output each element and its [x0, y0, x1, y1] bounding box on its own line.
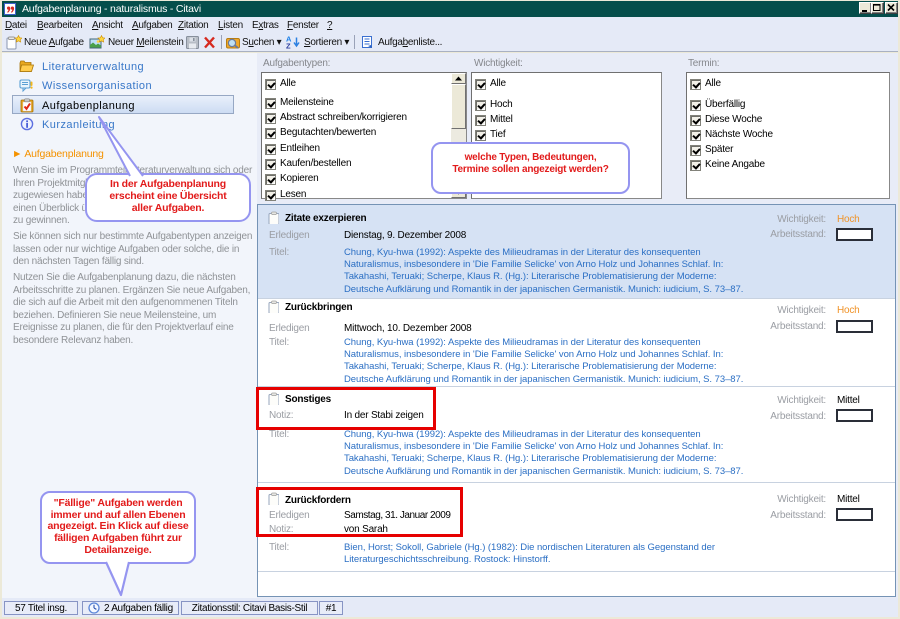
svg-text:Z: Z: [286, 42, 291, 51]
